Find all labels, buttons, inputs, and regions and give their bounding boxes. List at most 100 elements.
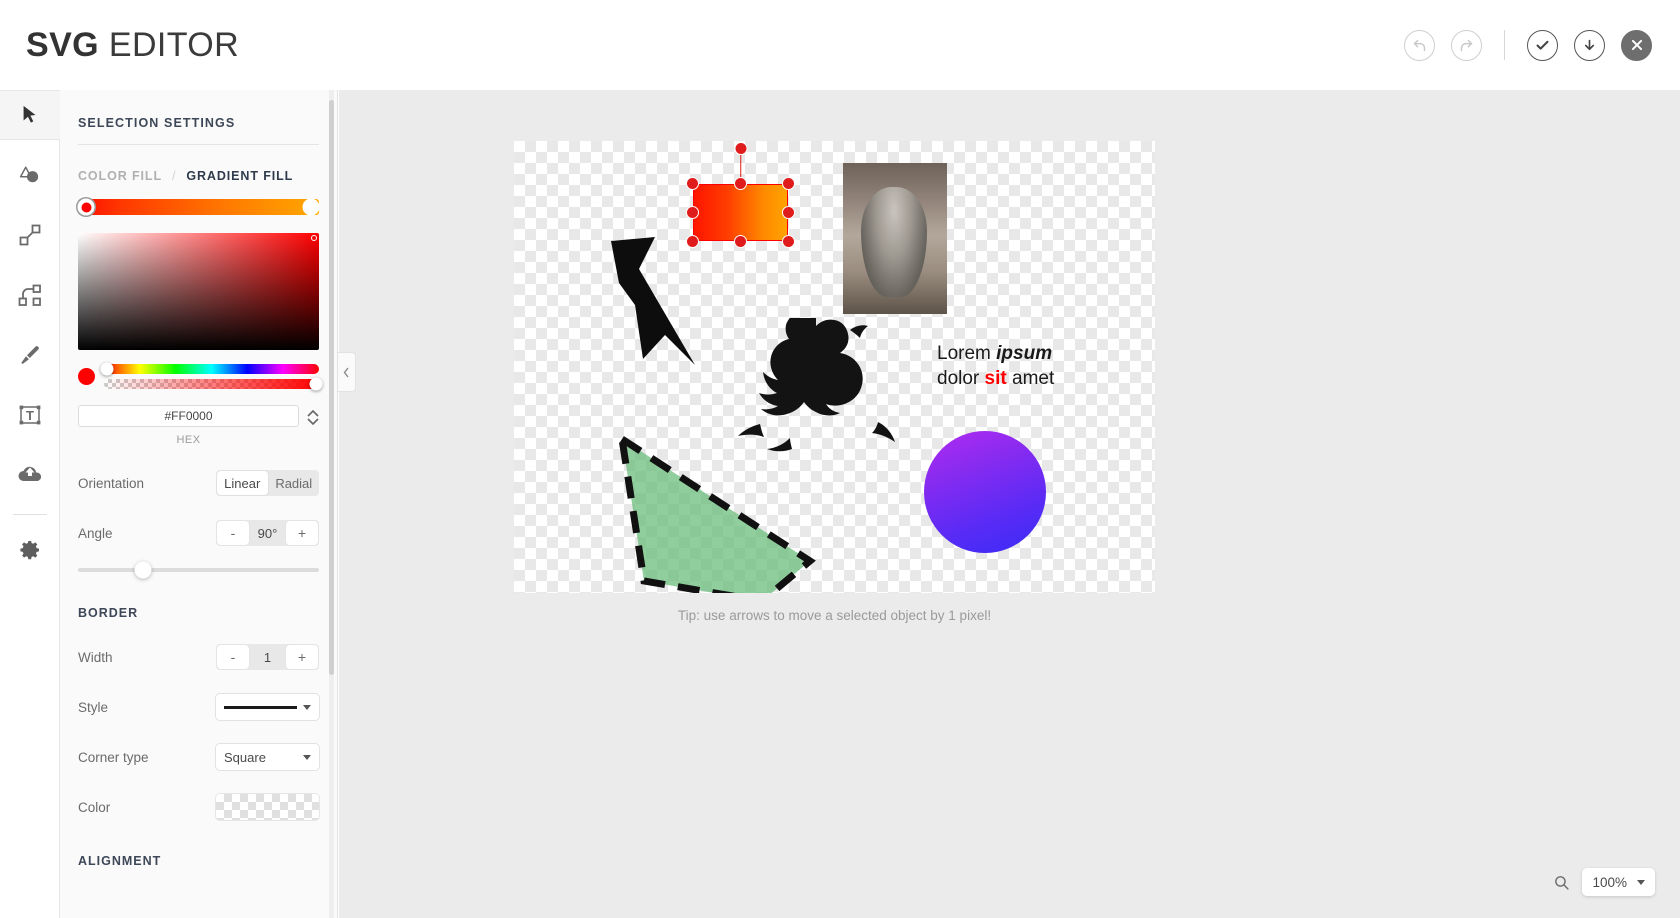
orientation-row: Orientation Linear Radial [78, 470, 319, 496]
orientation-option-radial[interactable]: Radial [269, 470, 320, 496]
download-icon [1584, 39, 1595, 50]
panel-content: SELECTION SETTINGS COLOR FILL / GRADIENT… [60, 90, 337, 868]
tab-color-fill[interactable]: COLOR FILL [78, 169, 162, 183]
border-width-decrement-button[interactable]: - [217, 645, 249, 669]
line-icon [19, 224, 40, 246]
resize-handle-nw[interactable] [686, 177, 699, 190]
redo-button[interactable] [1451, 29, 1482, 61]
shapes-icon [19, 166, 38, 183]
download-button[interactable] [1574, 29, 1605, 61]
angle-slider[interactable] [78, 561, 319, 579]
zoom-level-select[interactable]: 100% [1582, 868, 1655, 896]
sidebar-item-line[interactable] [0, 210, 60, 260]
gradient-stop-end-color [306, 202, 316, 212]
toolbar-divider [1504, 30, 1505, 60]
chevron-down-icon [303, 704, 311, 710]
gradient-slider[interactable] [77, 198, 320, 216]
undo-button[interactable] [1404, 29, 1435, 61]
saturation-value-picker[interactable] [78, 233, 319, 350]
sidebar-item-settings[interactable] [0, 525, 60, 575]
toolbar-section-divider [12, 514, 47, 515]
hex-format-stepper[interactable] [307, 405, 319, 427]
orientation-option-linear[interactable]: Linear [217, 471, 268, 495]
svg-canvas[interactable]: Lorem ipsum dolor sit amet [514, 141, 1155, 593]
fill-tab-separator: / [172, 169, 177, 183]
border-color-swatch[interactable] [216, 794, 319, 820]
angle-value: 90° [257, 525, 278, 541]
close-button[interactable] [1621, 29, 1652, 61]
border-width-row: Width - 1 + [78, 644, 319, 670]
app-logo-bold: SVG [26, 25, 100, 64]
gradient-rectangle[interactable] [693, 184, 788, 241]
resize-handle-se[interactable] [782, 235, 795, 248]
gradient-stop-start[interactable] [77, 198, 95, 216]
black-arrow-shape[interactable] [609, 235, 701, 370]
orientation-label: Orientation [78, 475, 145, 491]
chevron-down-icon [303, 754, 311, 760]
hex-input[interactable] [78, 405, 299, 427]
hue-slider[interactable] [100, 362, 319, 376]
zoom-control: 100% [1553, 868, 1655, 896]
sv-picker-handle[interactable] [311, 235, 317, 241]
angle-stepper: - 90° + [216, 520, 319, 546]
sidebar-item-brush[interactable] [0, 330, 60, 380]
hex-box: HEX [78, 405, 299, 446]
check-icon [1536, 40, 1549, 50]
lorem-line-2-plain: dolor [937, 368, 985, 390]
chevron-left-icon [343, 367, 349, 377]
lorem-line-2: dolor sit amet [937, 366, 1117, 391]
gradient-stop-start-color [81, 202, 91, 212]
border-color-row: Color [78, 794, 319, 820]
fill-type-tabs: COLOR FILL / GRADIENT FILL [78, 169, 319, 183]
alpha-slider-handle[interactable] [309, 377, 323, 391]
green-dashed-triangle[interactable] [614, 431, 824, 593]
hex-label: HEX [176, 434, 201, 446]
border-width-increment-button[interactable]: + [286, 645, 318, 669]
resize-handle-sw[interactable] [686, 235, 699, 248]
sidebar-item-text[interactable]: T [0, 390, 60, 440]
solid-line-icon [224, 705, 297, 709]
hue-slider-handle[interactable] [100, 362, 114, 376]
sidebar-item-select[interactable] [0, 90, 60, 140]
confirm-button[interactable] [1527, 29, 1558, 61]
gradient-stop-end[interactable] [302, 198, 320, 216]
border-color-label: Color [78, 799, 111, 815]
resize-handle-n[interactable] [734, 177, 747, 190]
angle-increment-button[interactable]: + [286, 521, 318, 545]
border-style-select[interactable] [216, 694, 319, 720]
resize-handle-e[interactable] [782, 206, 795, 219]
lorem-line-2-tail: amet [1006, 368, 1055, 390]
undo-icon [1413, 39, 1426, 51]
sidebar-item-shapes[interactable] [0, 150, 60, 200]
border-corner-value: Square [224, 749, 266, 765]
angle-decrement-button[interactable]: - [217, 521, 249, 545]
slider-stack [100, 362, 323, 391]
close-icon [1631, 39, 1642, 51]
panel-title: SELECTION SETTINGS [78, 90, 319, 145]
alpha-slider[interactable] [104, 377, 323, 391]
chevron-up-icon [307, 409, 319, 417]
lorem-line-1-plain: Lorem [937, 343, 997, 364]
color-sliders-row [78, 362, 323, 391]
rotation-handle[interactable] [734, 142, 747, 155]
magnifier-icon[interactable] [1553, 874, 1570, 891]
border-corner-select[interactable]: Square [216, 744, 319, 770]
top-bar: SVG EDITOR [0, 0, 1680, 90]
sidebar-item-path[interactable] [0, 270, 60, 320]
canvas-workspace[interactable]: Lorem ipsum dolor sit amet Tip: use arro… [339, 90, 1680, 918]
lorem-text[interactable]: Lorem ipsum dolor sit amet [937, 341, 1117, 392]
gradient-rectangle-selection[interactable] [686, 142, 795, 248]
panel-collapse-handle[interactable] [338, 352, 356, 392]
canvas-wrapper: Lorem ipsum dolor sit amet Tip: use arro… [514, 141, 1155, 623]
kitten-photo[interactable] [843, 163, 947, 314]
resize-handle-s[interactable] [734, 235, 747, 248]
chevron-down-icon [307, 417, 319, 425]
resize-handle-ne[interactable] [782, 177, 795, 190]
resize-handle-w[interactable] [686, 206, 699, 219]
border-width-label: Width [78, 649, 113, 665]
purple-gradient-circle[interactable] [924, 431, 1046, 553]
angle-slider-handle[interactable] [134, 561, 152, 579]
gear-icon [19, 541, 39, 560]
tab-gradient-fill[interactable]: GRADIENT FILL [186, 169, 293, 183]
sidebar-item-upload[interactable] [0, 450, 60, 500]
